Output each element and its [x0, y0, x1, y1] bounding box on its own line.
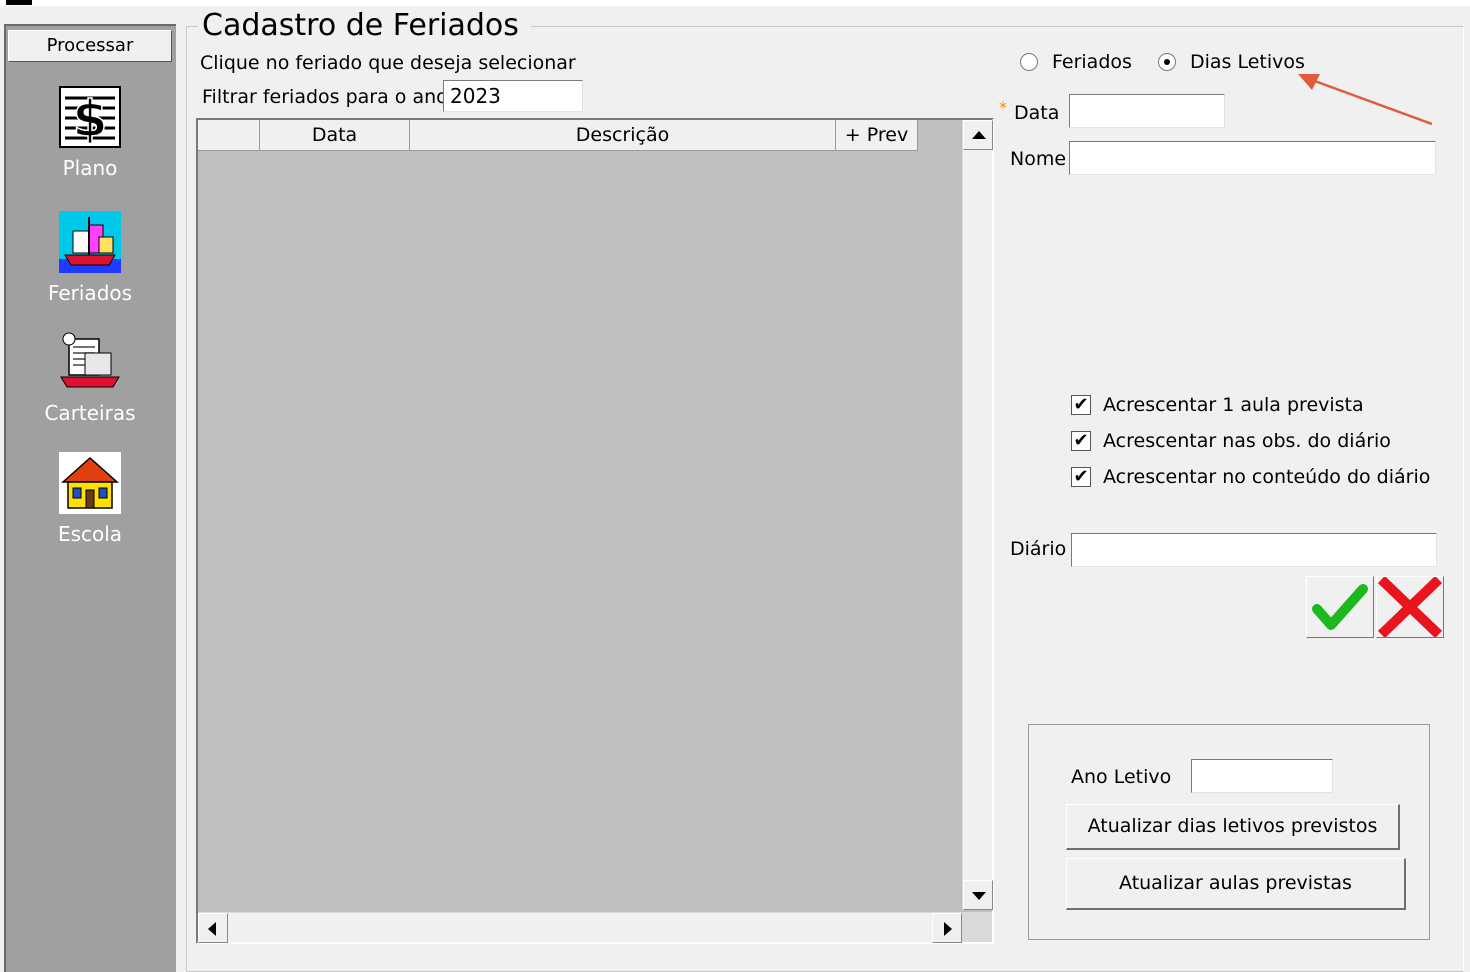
red-x-icon	[1377, 575, 1443, 639]
school-desk-icon	[59, 331, 121, 393]
grid-header-indicator	[198, 120, 260, 151]
checkbox-label: Acrescentar nas obs. do diário	[1103, 430, 1391, 452]
green-checkmark-icon	[1312, 584, 1368, 630]
radio-label: Feriados	[1052, 51, 1132, 73]
cancel-button[interactable]	[1376, 575, 1444, 639]
sidebar-item-carteiras[interactable]: Carteiras	[6, 331, 174, 425]
arrow-up-icon	[972, 131, 986, 139]
checkbox-obs-diario[interactable]: ✔ Acrescentar nas obs. do diário	[1071, 430, 1391, 452]
page-title: Cadastro de Feriados	[198, 8, 531, 43]
data-field[interactable]	[1069, 94, 1225, 128]
checkbox[interactable]: ✔	[1071, 431, 1091, 451]
grid-header-prev[interactable]: + Prev	[836, 120, 918, 151]
instruction-text: Clique no feriado que deseja selecionar	[200, 52, 576, 74]
dollar-document-icon: $	[59, 86, 121, 149]
calendar-ship-icon	[59, 211, 121, 273]
sidebar-item-label: Carteiras	[44, 401, 136, 425]
sidebar-item-label: Plano	[62, 156, 118, 180]
radio-feriados[interactable]: Feriados	[1020, 51, 1132, 73]
holidays-grid[interactable]: Data Descrição + Prev	[196, 118, 994, 944]
sidebar-item-plano[interactable]: $ Plano	[6, 86, 174, 180]
scrollbar-corner	[962, 912, 992, 942]
sidebar: Processar $ Plano Feriados Carteiras Esc…	[4, 24, 176, 972]
filter-label: Filtrar feriados para o ano	[202, 86, 448, 108]
arrow-left-icon	[208, 922, 216, 936]
nome-label: Nome	[1010, 148, 1067, 170]
process-button[interactable]: Processar	[8, 30, 172, 62]
scroll-down-button[interactable]	[963, 880, 993, 910]
school-house-icon	[59, 452, 121, 514]
sidebar-item-label: Feriados	[47, 281, 133, 305]
update-aulas-previstas-button[interactable]: Atualizar aulas previstas	[1066, 858, 1406, 910]
nome-field[interactable]	[1069, 141, 1436, 175]
scroll-right-button[interactable]	[932, 913, 962, 943]
svg-text:$: $	[73, 90, 108, 148]
horizontal-scrollbar[interactable]	[198, 912, 962, 943]
top-strip	[0, 0, 1470, 6]
sidebar-item-feriados[interactable]: Feriados	[6, 211, 174, 305]
checkbox[interactable]: ✔	[1071, 467, 1091, 487]
confirm-button[interactable]	[1306, 576, 1374, 638]
radio-button[interactable]	[1158, 53, 1176, 71]
radio-label: Dias Letivos	[1190, 51, 1305, 73]
scroll-left-button[interactable]	[198, 913, 228, 943]
checkbox-label: Acrescentar 1 aula prevista	[1103, 394, 1364, 416]
checkbox-aula-prevista[interactable]: ✔ Acrescentar 1 aula prevista	[1071, 394, 1364, 416]
vertical-scrollbar[interactable]	[962, 120, 993, 910]
grid-header-data[interactable]: Data	[260, 120, 410, 151]
sidebar-item-label: Escola	[57, 522, 123, 546]
sidebar-item-escola[interactable]: Escola	[6, 452, 174, 546]
window-icon	[6, 0, 32, 5]
ano-letivo-field[interactable]	[1191, 759, 1333, 793]
checkbox-conteudo-diario[interactable]: ✔ Acrescentar no conteúdo do diário	[1071, 466, 1430, 488]
arrow-down-icon	[972, 892, 986, 900]
update-dias-letivos-button[interactable]: Atualizar dias letivos previstos	[1066, 804, 1400, 850]
annotation-arrow	[1298, 74, 1433, 126]
scroll-up-button[interactable]	[963, 120, 993, 150]
diario-label: Diário	[1010, 538, 1067, 560]
filter-year-input[interactable]	[443, 80, 583, 112]
arrow-right-icon	[944, 922, 952, 936]
diario-field[interactable]	[1071, 533, 1437, 567]
data-label: Data	[1014, 102, 1060, 124]
radio-dias-letivos[interactable]: Dias Letivos	[1158, 51, 1305, 73]
checkbox-label: Acrescentar no conteúdo do diário	[1103, 466, 1431, 488]
required-marker: *	[999, 98, 1007, 117]
grid-header: Data Descrição + Prev	[198, 120, 918, 151]
grid-header-descricao[interactable]: Descrição	[410, 120, 836, 151]
checkbox[interactable]: ✔	[1071, 395, 1091, 415]
ano-letivo-label: Ano Letivo	[1071, 766, 1172, 788]
radio-button[interactable]	[1020, 53, 1038, 71]
